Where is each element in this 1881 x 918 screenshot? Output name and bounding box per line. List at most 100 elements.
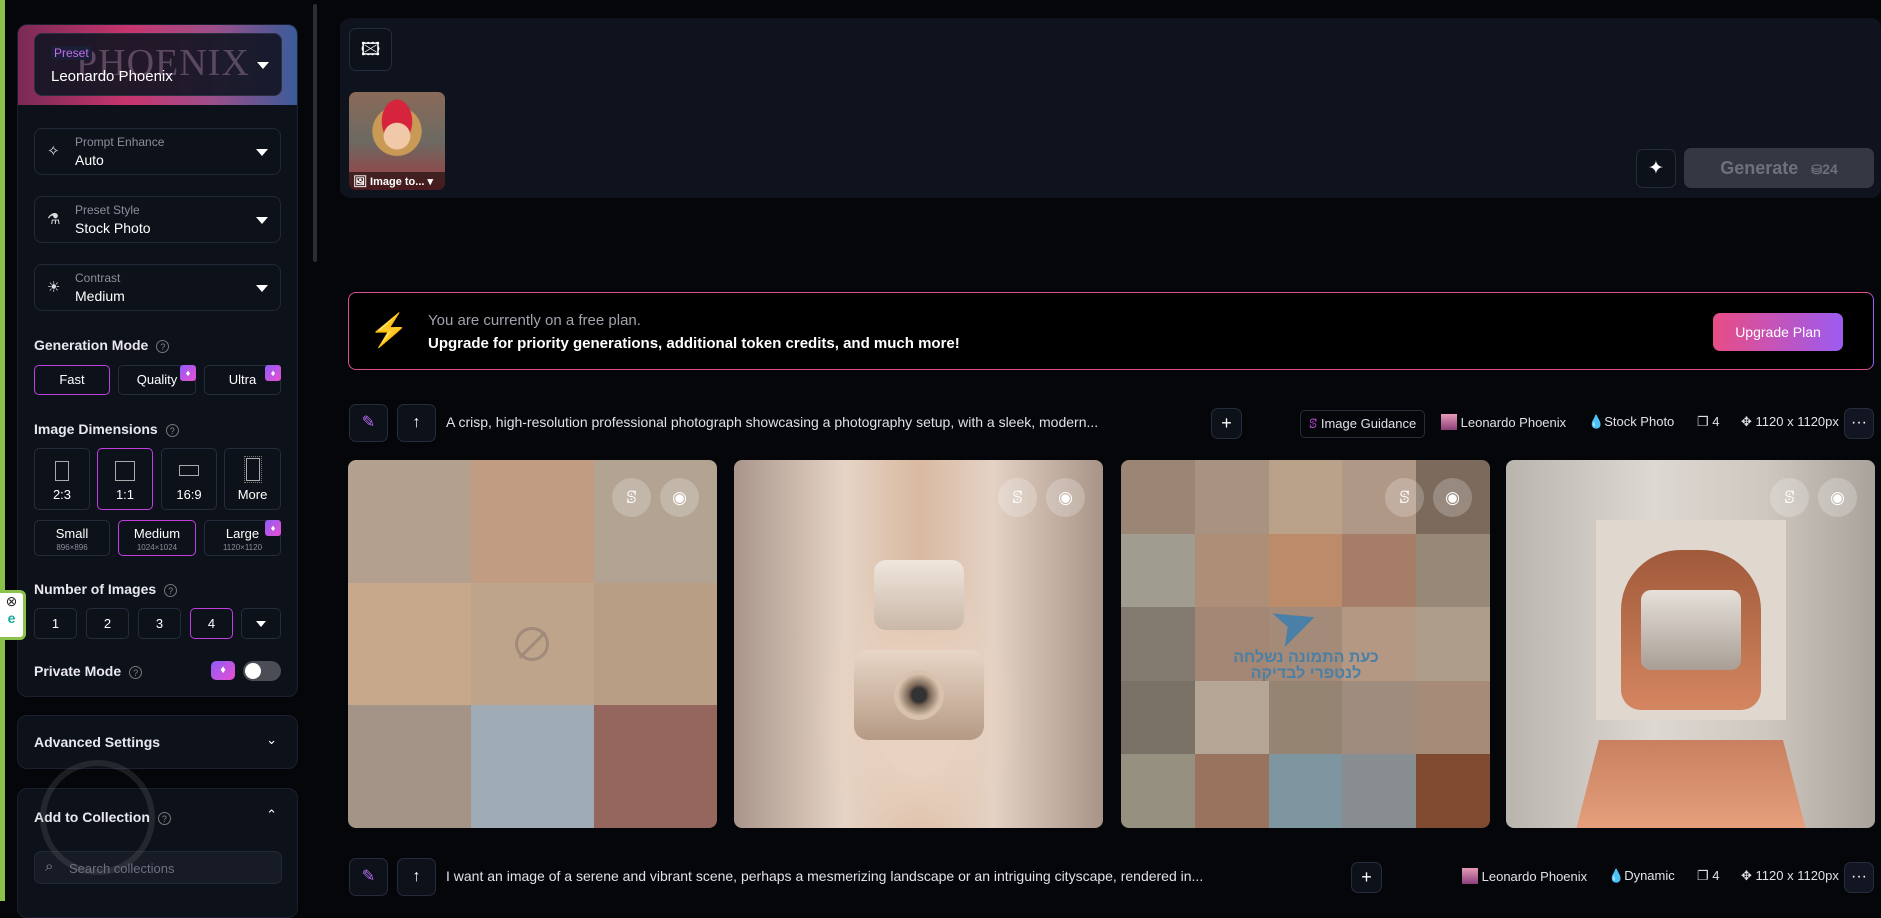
ai-sparkle-button[interactable]: ✦ <box>1636 149 1676 188</box>
images-icon: ❐ <box>1697 868 1709 883</box>
lightning-icon: ⚡ <box>369 312 409 348</box>
count-1[interactable]: 1 <box>34 608 77 639</box>
preset-style-select[interactable]: ⚗ Preset Style Stock Photo <box>34 196 281 243</box>
reuse-prompt-arrow-icon[interactable]: ↑ <box>397 858 436 896</box>
generate-button[interactable]: Generate ⛁24 <box>1684 148 1874 188</box>
advanced-settings-title: Advanced Settings <box>34 734 161 750</box>
help-icon[interactable]: ? <box>156 339 170 353</box>
model-thumbnail-icon <box>1462 868 1478 884</box>
help-icon[interactable]: ? <box>157 811 171 825</box>
guidance-icon: ꕷ <box>1309 416 1318 431</box>
count-4[interactable]: 4 <box>190 608 233 639</box>
premium-gem-icon: ♦ <box>265 520 281 536</box>
caret-down-icon <box>256 285 268 292</box>
portrait-shape-icon <box>55 461 69 481</box>
advanced-settings-toggle[interactable]: Advanced Settings ⌄ <box>17 715 298 769</box>
size-medium[interactable]: Medium 1024×1024 <box>118 520 196 556</box>
eye-icon[interactable]: ◉ <box>1046 478 1085 517</box>
aspect-more[interactable]: More <box>224 448 281 510</box>
close-icon[interactable]: ⊗ <box>0 593 23 610</box>
help-icon[interactable]: ? <box>164 583 178 597</box>
model-chip: Leonardo Phoenix <box>1462 868 1587 884</box>
guidance-icon[interactable]: ꕷ <box>612 478 651 517</box>
size-small[interactable]: Small 896×896 <box>34 520 110 556</box>
camera-illustration <box>1621 550 1761 710</box>
move-arrows-icon: ✥ <box>1741 868 1752 883</box>
caret-down-icon <box>256 149 268 156</box>
style-chip: 💧Dynamic <box>1608 868 1675 883</box>
premium-gem-icon: ♦ <box>265 365 281 381</box>
count-3[interactable]: 3 <box>138 608 181 639</box>
search-placeholder: Search collections <box>69 861 175 876</box>
add-button[interactable]: + <box>1351 862 1382 893</box>
image-dimensions-title: Image Dimensions? <box>34 421 179 437</box>
contrast-select[interactable]: ☀ Contrast Medium <box>34 264 281 311</box>
private-mode-toggle[interactable] <box>243 661 281 681</box>
chevron-down-icon: ⌄ <box>266 732 277 747</box>
generated-image-2[interactable]: ꕷ ◉ <box>734 460 1103 828</box>
add-image-icon[interactable]: 🖾 <box>349 28 392 71</box>
blocked-icon <box>515 627 549 661</box>
extension-logo-icon: e <box>7 610 16 626</box>
aspect-16-9[interactable]: 16:9 <box>161 448 217 510</box>
premium-gem-icon: ♦ <box>180 365 196 381</box>
generated-image-4[interactable]: ꕷ ◉ <box>1506 460 1875 828</box>
sun-icon: ☀ <box>47 279 61 296</box>
caret-down-icon <box>257 62 269 69</box>
add-button[interactable]: + <box>1211 408 1242 439</box>
drop-icon: 💧 <box>1608 868 1625 883</box>
preset-label: Preset <box>51 46 92 60</box>
camera-illustration-body <box>854 650 984 740</box>
add-to-collection-section: Add to Collection? ⌃ ⌕ Search collection… <box>17 788 298 918</box>
help-icon[interactable]: ? <box>165 423 179 437</box>
guidance-icon[interactable]: ꕷ <box>1770 478 1809 517</box>
generated-image-3[interactable]: ➤ כעת התמונה נשלחה לנטפרי לבדיקה ꕷ ◉ <box>1121 460 1490 828</box>
more-options-button[interactable]: ··· <box>1844 408 1874 439</box>
model-chip: Leonardo Phoenix <box>1441 414 1566 430</box>
prompt-enhance-select[interactable]: ✧ Prompt Enhance Auto <box>34 128 281 175</box>
contrast-label: Contrast <box>75 271 121 285</box>
eye-icon[interactable]: ◉ <box>660 478 699 517</box>
chevron-up-icon[interactable]: ⌃ <box>266 807 277 823</box>
search-icon: ⌕ <box>45 858 54 875</box>
style-chip: 💧Stock Photo <box>1588 414 1675 429</box>
count-2[interactable]: 2 <box>86 608 129 639</box>
aspect-2-3[interactable]: 2:3 <box>34 448 90 510</box>
flask-icon: ⚗ <box>47 211 61 228</box>
generated-image-1[interactable]: ꕷ ◉ <box>348 460 717 828</box>
more-options-button[interactable]: ··· <box>1844 862 1874 893</box>
aspect-1-1[interactable]: 1:1 <box>97 448 153 510</box>
image-guidance-chip[interactable]: ꕷ Image Guidance <box>1300 410 1426 438</box>
size-large[interactable]: Large 1120×1120 ♦ <box>204 520 281 556</box>
preset-select[interactable]: Preset Leonardo Phoenix <box>34 33 282 96</box>
image-to-image-label: Image to... <box>370 176 425 188</box>
upgrade-banner: ⚡ You are currently on a free plan. Upgr… <box>348 292 1874 370</box>
eye-icon[interactable]: ◉ <box>1433 478 1472 517</box>
guidance-icon[interactable]: ꕷ <box>1385 478 1424 517</box>
sidebar-scrollbar[interactable] <box>313 4 317 262</box>
generation-prompt[interactable]: A crisp, high-resolution professional ph… <box>446 414 1098 430</box>
sparkles-icon: ✧ <box>47 143 60 160</box>
add-to-collection-title[interactable]: Add to Collection? <box>34 809 171 825</box>
caret-down-icon: ▾ <box>427 176 434 188</box>
upgrade-plan-button[interactable]: Upgrade Plan <box>1713 313 1843 351</box>
eye-icon[interactable]: ◉ <box>1818 478 1857 517</box>
generation-header: ✎ ↑ I want an image of a serene and vibr… <box>348 858 1874 896</box>
search-collections-input[interactable]: ⌕ Search collections <box>34 851 282 884</box>
mode-quality[interactable]: Quality ♦ <box>118 365 196 395</box>
mode-fast[interactable]: Fast <box>34 365 110 395</box>
magic-wand-icon[interactable]: ✎ <box>349 404 388 442</box>
magic-wand-icon[interactable]: ✎ <box>349 858 388 896</box>
reuse-prompt-arrow-icon[interactable]: ↑ <box>397 404 436 442</box>
caret-down-icon <box>256 217 268 224</box>
generation-prompt[interactable]: I want an image of a serene and vibrant … <box>446 868 1203 884</box>
guidance-icon[interactable]: ꕷ <box>998 478 1037 517</box>
mode-ultra[interactable]: Ultra ♦ <box>204 365 281 395</box>
help-icon[interactable]: ? <box>129 665 143 679</box>
extension-badge[interactable]: ⊗ e <box>0 590 26 640</box>
count-more-dropdown[interactable] <box>241 608 281 639</box>
caret-down-icon <box>256 621 266 627</box>
contrast-value: Medium <box>75 288 125 304</box>
preset-style-value: Stock Photo <box>75 220 151 236</box>
image-guidance-thumbnail[interactable]: 🖼 Image to... ▾ <box>349 92 445 190</box>
